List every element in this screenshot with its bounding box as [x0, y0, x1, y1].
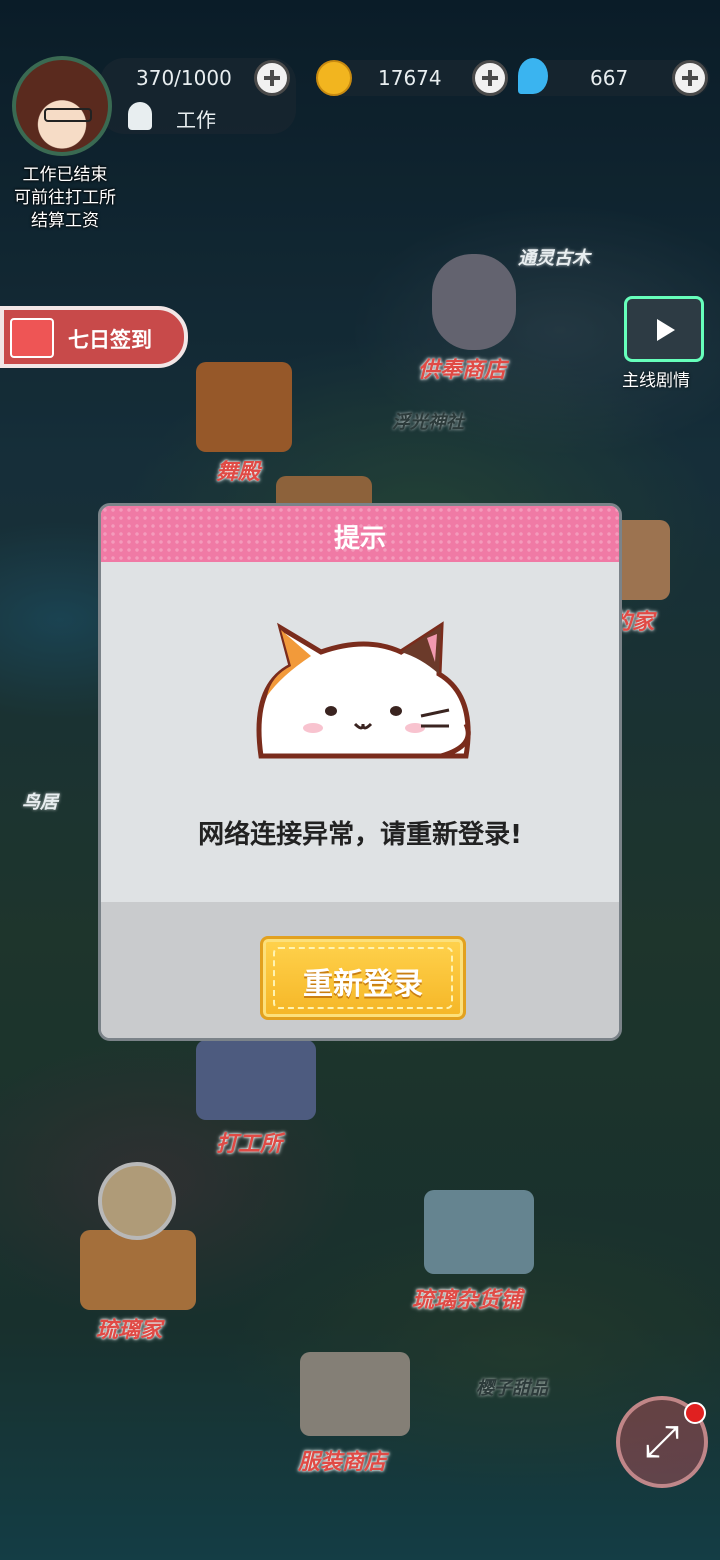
add-stamina-button[interactable] [254, 60, 290, 96]
paw-coin-icon [316, 60, 352, 96]
dialog-message: 网络连接异常，请重新登录! [198, 820, 522, 850]
place-niaoju: 鸟居 [22, 792, 58, 813]
relogin-label: 重新登录 [303, 967, 423, 1002]
signin-label: 七日签到 [68, 328, 152, 352]
add-coins-button[interactable] [472, 60, 508, 96]
place-wudian[interactable]: 舞殿 [216, 454, 260, 486]
place-clothing[interactable]: 服装商店 [298, 1444, 386, 1476]
place-liuli-home[interactable]: 琉璃家 [96, 1312, 162, 1344]
seven-day-signin-button[interactable]: 七日签到 [0, 306, 188, 368]
gift-icon [10, 318, 54, 358]
dialog-title: 提示 [333, 524, 386, 554]
expand-map-button[interactable]: ⤢ [616, 1396, 708, 1488]
play-icon [657, 319, 675, 341]
cat-mascot-icon [256, 621, 471, 759]
job-label: 工作 [176, 108, 216, 132]
gem-value: 667 [590, 66, 629, 90]
place-liuli-store[interactable]: 琉璃杂货铺 [412, 1282, 522, 1314]
place-sakura: 樱子甜品 [476, 1378, 548, 1399]
work-status-text: 工作已结束 可前往打工所 结算工资 [14, 165, 116, 231]
notification-dot [684, 1402, 706, 1424]
coin-value: 17674 [378, 66, 442, 90]
relogin-button[interactable]: 重新登录 [260, 936, 466, 1020]
place-gongfeng[interactable]: 供奉商店 [418, 352, 506, 384]
worker-icon [128, 102, 152, 130]
main-story-label: 主线剧情 [622, 371, 690, 391]
blue-gem-icon [518, 58, 548, 94]
player-avatar[interactable] [12, 56, 112, 156]
network-error-dialog: 提示 网络连接异常，请重新登录! 重新登录 [98, 503, 622, 1041]
place-tongling: 通灵古木 [518, 248, 590, 269]
add-gems-button[interactable] [672, 60, 708, 96]
place-dagong[interactable]: 打工所 [216, 1126, 282, 1158]
place-fuguang: 浮光神社 [392, 412, 464, 433]
stamina-value: 370/1000 [136, 66, 232, 90]
glasses-icon [44, 108, 92, 122]
main-story-button[interactable] [624, 296, 704, 362]
